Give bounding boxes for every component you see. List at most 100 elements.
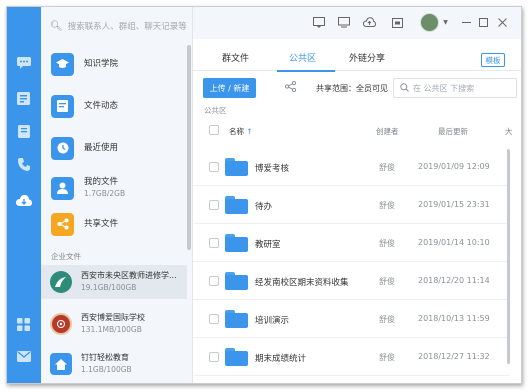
chevron-down-icon[interactable]: ▼ [439,16,452,28]
file-name: 教研室 [255,240,281,250]
active-tab-indicator [277,70,335,72]
tab-public-area[interactable]: 公共区 [289,51,316,64]
column-name-label: 名称 [229,127,244,136]
file-updated: 2019/01/15 23:31 [418,200,490,209]
maximize-icon[interactable] [477,16,490,28]
share-scope-text: 共享范围：全员可见 [316,84,388,93]
breadcrumb: 公共区 [204,106,227,115]
row-checkbox[interactable] [209,276,219,286]
table-row[interactable]: 经发南校区期末资料收集 舒俊 2018/12/20 11:14 [193,262,509,300]
enterprise-storage: 19.1GB/100GB [81,283,137,292]
file-updated: 2019/01/09 12:09 [418,162,490,171]
file-list-scrollbar[interactable] [507,149,510,364]
cloud-disk-icon[interactable] [15,192,32,207]
close-icon[interactable] [496,16,509,28]
graduation-cap-icon [51,52,74,76]
enterprise-item[interactable]: 西安市未央区教师进修学... 19.1GB/100GB [41,265,187,299]
file-search-input[interactable]: 在 公共区 下搜索 [393,78,517,98]
table-row[interactable]: 待办 舒俊 2019/01/15 23:31 [193,186,509,224]
file-owner: 舒俊 [379,353,395,362]
enterprise-name: 西安博爱国际学校 [81,313,145,322]
home-icon [50,353,72,375]
minimize-icon[interactable] [460,16,473,28]
screenshot-icon[interactable] [312,16,325,28]
select-all-checkbox[interactable] [209,125,219,135]
enterprise-item[interactable]: 西安博爱国际学校 131.1MB/100GB [41,307,187,341]
notebook-icon[interactable] [15,124,32,139]
table-row[interactable]: 博爱考核 舒俊 2019/01/09 12:09 [193,148,509,186]
column-name-header[interactable]: 名称 ↑ [229,126,253,137]
folder-icon [225,272,248,290]
sidebar-item-label: 知识学院 [84,59,119,69]
folder-icon [225,158,248,176]
sidebar-scrollbar[interactable] [187,45,191,250]
tab-link-share[interactable]: 外链分享 [349,51,385,64]
table-row[interactable]: 期末成绩统计 舒俊 2018/12/27 11:32 [193,338,509,376]
sidebar-item-recent[interactable]: 最近使用 [41,129,191,167]
monitor-icon[interactable] [337,16,350,28]
file-name: 待办 [255,202,273,212]
sidebar-item-file-activity[interactable]: 文件动态 [41,87,191,125]
row-checkbox[interactable] [209,238,219,248]
column-creator-header[interactable]: 创建者 [376,126,399,137]
table-header: 名称 ↑ 创建者 最后更新 大 [193,118,521,142]
calendar-icon[interactable] [391,16,404,28]
file-updated: 2018/12/20 11:14 [418,276,490,285]
folder-icon [225,196,248,214]
enterprise-name: 钉钉轻松教育 [81,353,129,362]
file-owner: 舒俊 [379,315,395,324]
row-checkbox[interactable] [209,352,219,362]
table-row[interactable]: 教研室 舒俊 2019/01/14 10:10 [193,224,509,262]
file-name: 博爱考核 [255,164,290,174]
app-window: 🔍︎ 搜索联系人、群组、聊天记录等 知识学院 文件动态 最近使用 我的文件 1.… [6,6,522,384]
file-search-placeholder: 在 公共区 下搜索 [413,83,475,93]
template-button[interactable]: 模板 [481,53,505,67]
left-rail [7,7,41,383]
file-owner: 舒俊 [379,239,395,248]
share-icon[interactable] [284,80,297,95]
row-checkbox[interactable] [209,162,219,172]
search-icon: 🔍︎ [50,20,63,32]
file-activity-icon [51,94,74,118]
enterprise-logo-icon [50,271,72,293]
cloud-upload-icon[interactable] [363,16,376,28]
phone-icon[interactable] [15,157,32,172]
sidebar-item-label: 共享文件 [84,219,119,229]
mail-icon[interactable] [15,349,32,364]
tab-group-files[interactable]: 群文件 [222,51,249,64]
file-owner: 舒俊 [379,163,395,172]
column-size-header[interactable]: 大 [505,126,513,137]
enterprise-item[interactable]: 钉钉轻松教育 1.1GB/100GB [41,347,187,381]
sidebar-item-knowledge[interactable]: 知识学院 [41,45,191,83]
folder-icon [225,234,248,252]
file-name: 经发南校区期末资料收集 [255,278,349,288]
avatar[interactable] [420,13,439,32]
sidebar-item-label: 最近使用 [84,143,119,153]
tab-bar: 群文件 公共区 外链分享 模板 [193,43,521,72]
school-seal-icon [50,313,72,335]
sidebar-item-label: 我的文件 [84,177,119,187]
search-placeholder: 搜索联系人、群组、聊天记录等 [67,22,187,32]
chat-icon[interactable] [15,55,32,70]
sidebar-item-label: 文件动态 [84,101,119,111]
folder-icon [225,348,248,366]
sidebar: 🔍︎ 搜索联系人、群组、聊天记录等 知识学院 文件动态 最近使用 我的文件 1.… [41,7,193,383]
column-updated-header[interactable]: 最后更新 [438,126,468,137]
row-checkbox[interactable] [209,314,219,324]
file-updated: 2018/10/13 11:59 [418,314,490,323]
sidebar-item-shared-files[interactable]: 共享文件 [41,205,191,243]
folder-icon [225,310,248,328]
apps-grid-icon[interactable] [15,317,32,332]
file-updated: 2018/12/27 11:32 [418,352,490,361]
search-icon [400,82,409,94]
sidebar-item-my-files[interactable]: 我的文件 1.7GB/2GB [41,169,191,207]
enterprise-name: 西安市未央区教师进修学... [81,271,177,280]
row-checkbox[interactable] [209,200,219,210]
file-owner: 舒俊 [379,201,395,210]
enterprise-section-title: 企业文件 [51,252,81,261]
upload-new-button[interactable]: 上传 / 新建 [203,78,256,98]
clock-icon [51,136,74,160]
enterprise-storage: 131.1MB/100GB [81,325,142,334]
work-icon[interactable] [15,91,32,106]
table-row[interactable]: 培训演示 舒俊 2018/10/13 11:59 [193,300,509,338]
